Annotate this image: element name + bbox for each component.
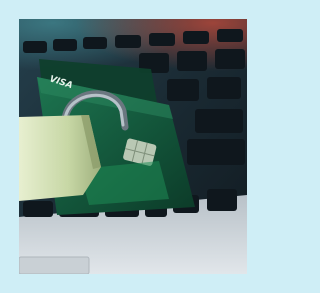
photo-frame: VISA (19, 19, 247, 274)
security-photo: VISA (19, 19, 247, 274)
page-frame: VISA (0, 0, 266, 293)
trackpad (19, 256, 90, 274)
